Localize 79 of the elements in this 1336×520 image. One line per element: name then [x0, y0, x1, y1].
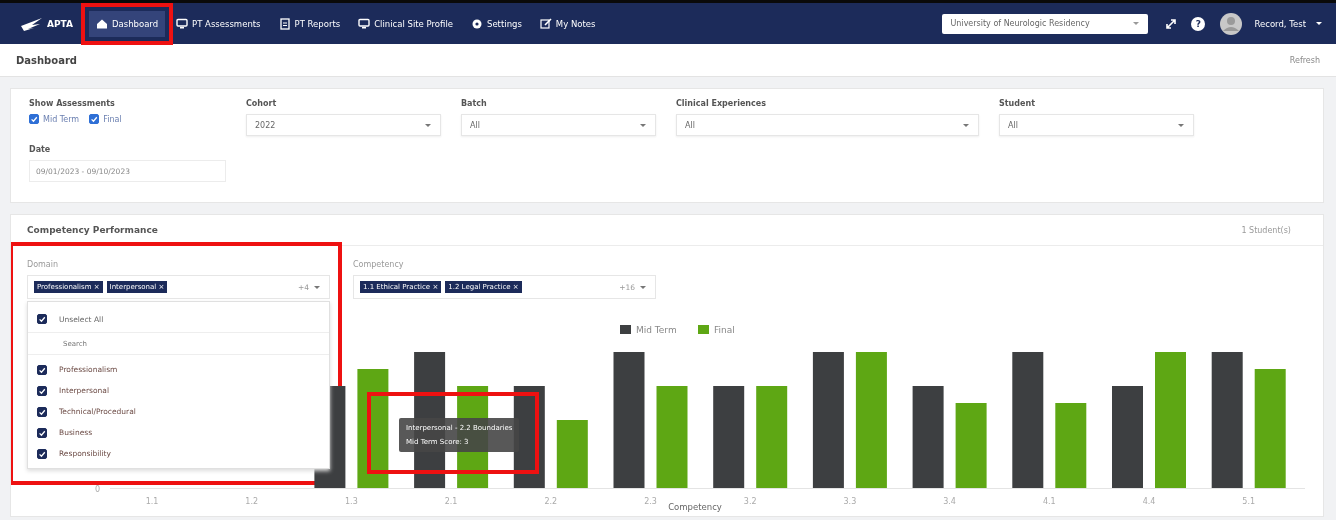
- axis-tick-label: 3.4: [943, 497, 956, 506]
- checkbox[interactable]: [37, 406, 47, 417]
- nav-tab[interactable]: PT Reports: [271, 10, 348, 37]
- nav-tab[interactable]: Dashboard: [88, 10, 166, 37]
- caret-icon: [639, 284, 647, 290]
- settings-icon: [471, 17, 483, 30]
- select-value: 2022: [255, 120, 276, 130]
- dropdown-field[interactable]: 2022: [246, 114, 441, 136]
- check-icon: [38, 314, 46, 324]
- legend-label: Final: [714, 325, 735, 335]
- checkbox[interactable]: [29, 114, 39, 124]
- axis-tick-label: 2.1: [444, 497, 458, 506]
- nav-tab[interactable]: Settings: [464, 10, 529, 37]
- home-icon: [95, 17, 108, 30]
- filter-label: Batch: [461, 99, 488, 108]
- nav-tab[interactable]: PT Assessments: [169, 10, 268, 37]
- dropdown-field[interactable]: All: [999, 114, 1194, 136]
- filter-label: Competency: [353, 260, 405, 269]
- page-title: Dashboard: [16, 54, 77, 66]
- filter-label: Clinical Experiences: [676, 99, 767, 108]
- caret-icon: [1177, 122, 1185, 128]
- axis-tick-label: 1.3: [345, 497, 358, 506]
- filter-label: Cohort: [246, 99, 278, 108]
- avatar-icon[interactable]: [1219, 11, 1244, 36]
- edit-icon: [539, 17, 552, 30]
- axis-tick-label: 1.2: [245, 497, 259, 506]
- dropdown-field[interactable]: All: [676, 114, 979, 136]
- check-icon: [30, 114, 38, 124]
- user-name[interactable]: Record, Test: [1254, 18, 1306, 29]
- select-value: University of Neurologic Residency: [950, 19, 1090, 28]
- monitor-icon: [358, 17, 371, 30]
- axis-tick-label: 4.1: [1042, 497, 1056, 506]
- help-button[interactable]: ?: [1191, 16, 1206, 31]
- student-count: 1 Student(s): [1241, 225, 1291, 235]
- axis-tick-label: 0: [94, 485, 100, 494]
- dropdown-field[interactable]: All: [461, 114, 656, 136]
- axis-tick-label: 3.3: [843, 497, 857, 506]
- legend-label: Mid Term: [636, 325, 677, 335]
- filter-label: Student: [999, 99, 1036, 108]
- checkbox[interactable]: [37, 364, 47, 375]
- filter-label: Show Assessments: [29, 99, 116, 108]
- checkbox[interactable]: [37, 385, 47, 396]
- checkbox[interactable]: [37, 448, 47, 459]
- axis-tick-label: 2.2: [544, 497, 558, 506]
- checkbox[interactable]: [37, 314, 47, 324]
- axis-title: Competency: [668, 502, 722, 512]
- section-title: Competency Performance: [27, 225, 158, 235]
- select-value: All: [1008, 120, 1018, 130]
- caret-icon: [313, 284, 321, 290]
- axis-tick-label: 3.2: [743, 497, 757, 506]
- caret-icon[interactable]: [1315, 21, 1323, 26]
- document-icon: [278, 17, 291, 30]
- caret-icon: [639, 122, 647, 128]
- caret-icon: [1132, 21, 1141, 26]
- checkbox[interactable]: [89, 114, 100, 124]
- axis-tick-label: 1.1: [145, 497, 159, 506]
- filter-label: Domain: [27, 260, 60, 269]
- legend-entry: Mid Term: [620, 325, 677, 335]
- logo-text: APTA: [47, 18, 73, 29]
- expand-icon[interactable]: [1165, 17, 1178, 30]
- checkbox-label: Final: [103, 114, 122, 124]
- nav-tab[interactable]: My Notes: [532, 10, 603, 37]
- select-value: All: [685, 120, 695, 130]
- axis-tick-label: 4.4: [1142, 497, 1156, 506]
- filter-label: Date: [29, 145, 52, 154]
- site-select[interactable]: University of Neurologic Residency: [942, 13, 1149, 34]
- select-value: All: [470, 120, 480, 130]
- caret-icon: [424, 122, 432, 128]
- refresh-link[interactable]: Refresh: [1283, 54, 1326, 66]
- checkbox[interactable]: [37, 427, 47, 438]
- checkbox-label: Mid Term: [43, 114, 80, 124]
- axis-tick-label: 5.1: [1242, 497, 1256, 506]
- nav-tab[interactable]: Clinical Site Profile: [351, 10, 460, 37]
- bar: [556, 420, 588, 488]
- axis-tick-label: 2.3: [644, 497, 657, 506]
- monitor-icon: [176, 17, 189, 30]
- caret-icon: [962, 122, 970, 128]
- legend-entry: Final: [698, 325, 735, 335]
- check-icon: [90, 114, 99, 124]
